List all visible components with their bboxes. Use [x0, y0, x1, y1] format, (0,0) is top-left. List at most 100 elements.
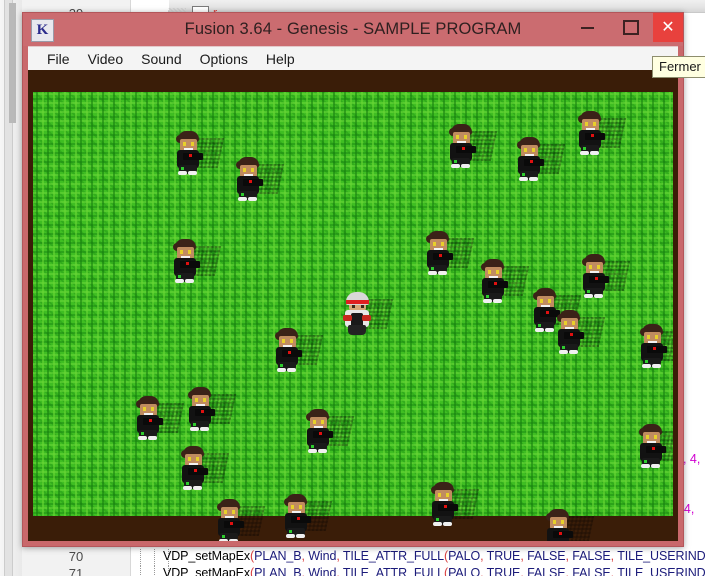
enemy-shoe-left — [483, 299, 492, 303]
enemy-eye-left — [456, 135, 459, 139]
enemy-accent — [181, 167, 184, 170]
enemy-gun — [438, 504, 458, 511]
enemy-sprite — [183, 386, 237, 432]
enemy-eye-left — [646, 435, 649, 439]
enemy-shoe-right — [529, 177, 538, 181]
enemy-gun-light — [186, 262, 189, 265]
player-eye-left — [352, 305, 355, 308]
menu-item-sound[interactable]: Sound — [132, 48, 190, 70]
close-button[interactable]: ✕ — [653, 13, 683, 42]
enemy-gun — [313, 431, 333, 438]
enemy-shoe-left — [219, 539, 228, 541]
enemy-eye-right — [203, 398, 206, 402]
enemy-eye-left — [564, 321, 567, 325]
maximize-button[interactable] — [609, 13, 653, 42]
enemy-gun — [291, 516, 311, 523]
ide-vertical-scrollbar[interactable] — [4, 0, 16, 576]
enemy-eye-right — [654, 435, 657, 439]
enemy-gun-light — [570, 333, 573, 336]
code-token: FALSE — [527, 549, 566, 563]
enemy-gun-light — [462, 147, 465, 150]
enemy-eye-left — [143, 407, 146, 411]
enemy-shoe-right — [185, 279, 194, 283]
enemy-shoe-left — [559, 350, 568, 354]
minimize-button[interactable] — [565, 13, 609, 42]
enemy-shoe-left — [138, 436, 147, 440]
enemy-sprite — [541, 508, 595, 541]
close-button-tooltip: Fermer — [652, 56, 705, 78]
window-titlebar[interactable]: K Fusion 3.64 - Genesis - SAMPLE PROGRAM… — [23, 13, 683, 46]
enemy-gun — [585, 133, 605, 140]
enemy-gun-light — [444, 505, 447, 508]
enemy-accent — [562, 346, 565, 349]
close-icon: ✕ — [661, 18, 675, 36]
enemy-gun-light — [297, 517, 300, 520]
enemy-sprite — [635, 323, 673, 369]
enemy-accent — [645, 360, 648, 363]
enemy-shoe-left — [286, 534, 295, 538]
enemy-shoe-right — [443, 522, 452, 526]
enemy-shoe-left — [641, 464, 650, 468]
player-sprite — [340, 291, 394, 337]
menu-item-help[interactable]: Help — [257, 48, 304, 70]
enemy-sprite — [131, 395, 185, 441]
menu-bar[interactable]: File Video Sound Options Help — [28, 46, 678, 70]
enemy-shoe-right — [200, 427, 209, 431]
ide-code-line[interactable]: VDP_setMapEx(PLAN_B, Wind, TILE_ATTR_FUL… — [163, 549, 705, 563]
enemy-eye-left — [313, 420, 316, 424]
enemy-eye-left — [438, 493, 441, 497]
menu-item-options[interactable]: Options — [191, 48, 257, 70]
enemy-shoe-right — [296, 534, 305, 538]
code-token: VDP_setMapEx — [163, 549, 251, 563]
enemy-accent — [186, 482, 189, 485]
enemy-shoe-left — [428, 271, 437, 275]
enemy-shoe-right — [248, 197, 257, 201]
enemy-shoe-right — [569, 350, 578, 354]
enemy-accent — [289, 530, 292, 533]
enemy-eye-left — [540, 299, 543, 303]
enemy-shoe-left — [183, 486, 192, 490]
enemy-eye-left — [488, 270, 491, 274]
enemy-eye-left — [589, 265, 592, 269]
menu-item-video[interactable]: Video — [79, 48, 133, 70]
enemy-eye-left — [291, 505, 294, 509]
enemy-shoe-right — [590, 151, 599, 155]
emulator-window[interactable]: K Fusion 3.64 - Genesis - SAMPLE PROGRAM… — [22, 12, 684, 547]
player-arm-right — [362, 315, 371, 321]
enemy-sprite — [301, 408, 355, 454]
player-arm-left — [343, 315, 352, 321]
enemy-shoe-right — [318, 449, 327, 453]
enemy-gun — [488, 281, 508, 288]
enemy-gun — [456, 146, 476, 153]
enemy-gun — [646, 446, 666, 453]
ide-fold-guide — [140, 549, 142, 566]
ide-scrollbar-thumb[interactable] — [9, 3, 16, 123]
enemy-eye-right — [299, 505, 302, 509]
enemy-eye-right — [572, 321, 575, 325]
enemy-eye-left — [524, 148, 527, 152]
enemy-eye-left — [195, 398, 198, 402]
enemy-accent — [538, 324, 541, 327]
enemy-gun — [564, 332, 584, 339]
code-token: TRUE — [486, 549, 521, 563]
game-screen[interactable] — [33, 70, 673, 541]
enemy-gun — [243, 179, 263, 186]
enemy-eye-left — [183, 142, 186, 146]
enemy-gun — [282, 350, 302, 357]
ide-fold-guide — [140, 566, 142, 576]
enemy-shoe-right — [229, 539, 238, 541]
enemy-eye-left — [647, 335, 650, 339]
menu-item-file[interactable]: File — [38, 48, 79, 70]
enemy-eye-right — [464, 135, 467, 139]
enemy-sprite — [634, 423, 673, 469]
code-token: FALSE — [527, 566, 566, 576]
enemy-gun — [433, 253, 453, 260]
code-token: PLAN_B — [254, 566, 302, 576]
enemy-accent — [222, 535, 225, 538]
enemy-accent — [311, 445, 314, 448]
code-token: PLAN_B — [254, 549, 302, 563]
player-eye-right — [361, 305, 364, 308]
enemy-gun — [143, 418, 163, 425]
enemy-shoe-right — [493, 299, 502, 303]
ide-code-line[interactable]: VDP_setMapEx(PLAN_B, Wind, TILE_ATTR_FUL… — [163, 566, 705, 576]
